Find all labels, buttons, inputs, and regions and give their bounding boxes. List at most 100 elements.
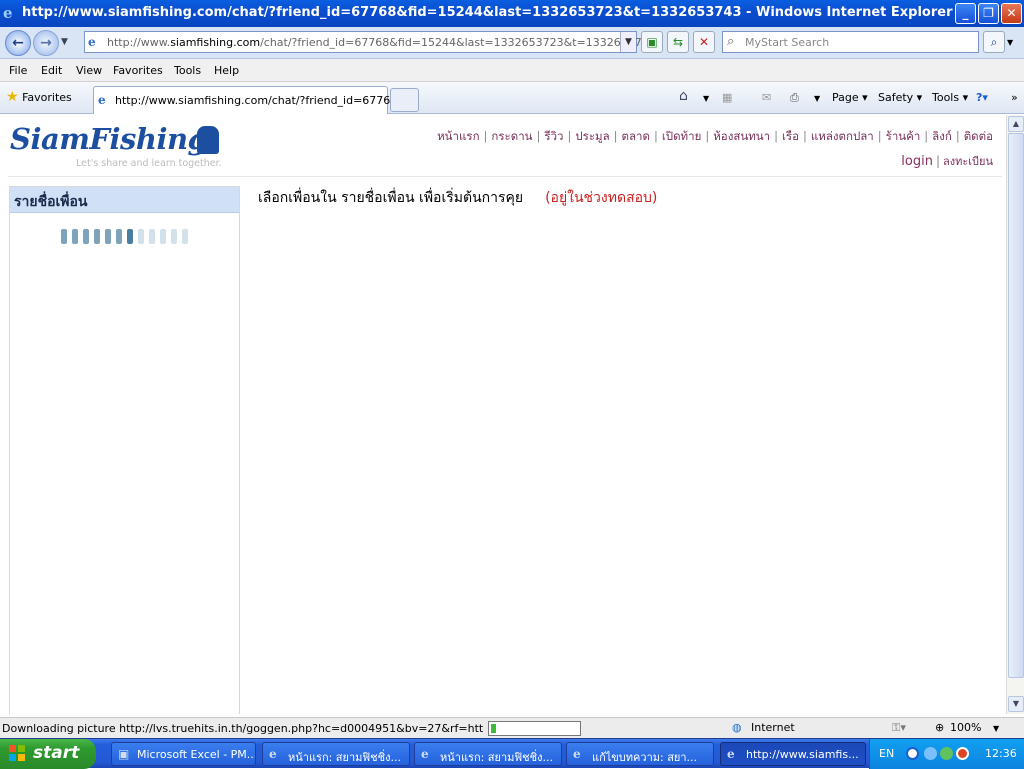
antivirus-icon[interactable]: [956, 747, 969, 760]
menu-tools[interactable]: Tools: [174, 64, 201, 77]
browser-tab[interactable]: e http://www.siamfishing.com/chat/?frien…: [93, 86, 416, 114]
ie-icon: e: [727, 747, 735, 761]
menu-help[interactable]: Help: [214, 64, 239, 77]
window-title: http://www.siamfishing.com/chat/?friend_…: [22, 5, 953, 20]
loading-segment: [94, 229, 100, 244]
site-logo[interactable]: SiamFishing Let's share and learn togeth…: [10, 122, 225, 172]
nav-review[interactable]: รีวิว: [544, 129, 563, 143]
internet-zone-icon: ◍: [732, 721, 742, 734]
taskbar-ie-2[interactable]: e หน้าแรก: สยามฟิชชิ่ง...: [414, 742, 562, 766]
protected-mode-icon[interactable]: ⚿▾: [892, 721, 906, 735]
nav-links[interactable]: ลิงก์: [932, 129, 952, 143]
page-icon: e: [88, 35, 96, 49]
site-tagline: Let's share and learn together.: [76, 158, 222, 169]
search-options-icon[interactable]: ▼: [1007, 38, 1013, 47]
search-input[interactable]: ⌕ MyStart Search: [722, 31, 979, 53]
scroll-thumb[interactable]: [1008, 133, 1024, 678]
history-dropdown-icon[interactable]: ▼: [61, 37, 68, 47]
loading-segment: [61, 229, 67, 244]
taskbar-ie-active[interactable]: e http://www.siamfis...: [720, 742, 866, 766]
nav-home[interactable]: หน้าแรก: [437, 129, 479, 143]
ie-icon: e: [421, 747, 429, 761]
instruction-text: เลือกเพื่อนใน รายชื่อเพื่อน เพื่อเริ่มต้…: [258, 190, 524, 206]
loading-segment: [83, 229, 89, 244]
nav-auction[interactable]: ประมูล: [575, 129, 609, 143]
chevron-right-icon[interactable]: »: [1011, 91, 1018, 104]
feeds-icon[interactable]: ▦: [722, 91, 732, 104]
tab-page-icon: e: [98, 93, 106, 107]
register-link[interactable]: ลงทะเบียน: [943, 155, 993, 168]
taskbar-ie-3[interactable]: e แก้ไขบทความ: สยา...: [566, 742, 714, 766]
address-bar[interactable]: e http://www.siamfishing.com/chat/?frien…: [84, 31, 656, 53]
safety-menu[interactable]: Safety ▾: [878, 91, 922, 104]
print-dropdown-icon[interactable]: ▼: [814, 94, 820, 103]
account-links: login | ลงทะเบียน: [901, 154, 993, 169]
search-icon[interactable]: ⌕: [983, 31, 1005, 53]
taskbar-excel[interactable]: ▣ Microsoft Excel - PM...: [111, 742, 256, 766]
security-zone[interactable]: Internet: [751, 721, 795, 734]
forward-button[interactable]: →: [33, 30, 59, 56]
friend-list-panel: รายชื่อเพื่อน: [9, 186, 240, 714]
nav-chatroom[interactable]: ห้องสนทนา: [713, 129, 770, 143]
tab-title: http://www.siamfishing.com/chat/?friend_…: [115, 94, 417, 107]
favorites-button[interactable]: ★ Favorites: [6, 89, 72, 105]
nav-spots[interactable]: แหล่งตกปลา: [811, 129, 874, 143]
tray-app-icon[interactable]: [940, 747, 953, 760]
menu-view[interactable]: View: [76, 64, 102, 77]
system-tray: EN 12:36: [869, 739, 1024, 769]
maximize-button[interactable]: ❐: [978, 3, 999, 24]
back-button[interactable]: ←: [5, 30, 31, 56]
taskbar-ie-1[interactable]: e หน้าแรก: สยามฟิชชิ่ง...: [262, 742, 410, 766]
scroll-up-icon[interactable]: ▲: [1008, 116, 1024, 132]
favorites-bar: ★ Favorites e http://www.siamfishing.com…: [0, 82, 1024, 114]
chat-instruction: เลือกเพื่อนใน รายชื่อเพื่อน เพื่อเริ่มต้…: [258, 187, 657, 209]
print-icon[interactable]: ⎙: [790, 91, 799, 105]
nav-contact[interactable]: ติดต่อ: [964, 129, 993, 143]
scroll-down-icon[interactable]: ▼: [1008, 696, 1024, 712]
menu-bar: File Edit View Favorites Tools Help: [0, 59, 1024, 82]
ie-icon: e: [573, 747, 581, 761]
home-dropdown-icon[interactable]: ▼: [703, 94, 709, 103]
tray-back-icon[interactable]: [906, 747, 919, 760]
loading-segment: [72, 229, 78, 244]
address-dropdown-icon[interactable]: ▼: [620, 32, 636, 52]
window-titlebar[interactable]: e http://www.siamfishing.com/chat/?frien…: [0, 0, 1024, 27]
mail-icon[interactable]: ✉: [762, 91, 771, 104]
loading-segment: [138, 229, 144, 244]
tools-menu[interactable]: Tools ▾: [932, 91, 968, 104]
compatibility-view-icon[interactable]: ▣: [641, 31, 663, 53]
nav-shops[interactable]: ร้านค้า: [886, 129, 921, 143]
ie-icon: e: [269, 747, 277, 761]
new-tab-button[interactable]: [390, 88, 419, 112]
start-button[interactable]: start: [0, 739, 96, 769]
nav-boat[interactable]: เรือ: [782, 129, 799, 143]
language-indicator[interactable]: EN: [879, 747, 894, 760]
friend-list-title: รายชื่อเพื่อน: [14, 194, 88, 210]
fisherman-logo-icon: [197, 126, 219, 154]
loading-segment: [182, 229, 188, 244]
stop-icon[interactable]: ✕: [693, 31, 715, 53]
help-icon[interactable]: ?▾: [976, 91, 988, 104]
forward-arrow-icon: →: [40, 35, 52, 51]
network-icon[interactable]: [924, 747, 937, 760]
zoom-dropdown-icon[interactable]: ▼: [993, 724, 999, 733]
minimize-button[interactable]: _: [955, 3, 976, 24]
address-url[interactable]: http://www.siamfishing.com/chat/?friend_…: [107, 36, 656, 49]
beta-label: (อยู่ในช่วงทดสอบ): [545, 190, 658, 206]
vertical-scrollbar[interactable]: ▲ ▼: [1006, 115, 1024, 714]
header-divider: [8, 176, 1002, 177]
page-menu[interactable]: Page ▾: [832, 91, 868, 104]
menu-edit[interactable]: Edit: [41, 64, 62, 77]
menu-file[interactable]: File: [9, 64, 27, 77]
address-toolbar: ← → ▼ e http://www.siamfishing.com/chat/…: [0, 27, 1024, 59]
nav-board[interactable]: กระดาน: [491, 129, 532, 143]
windows-flag-icon: [9, 745, 25, 761]
home-icon[interactable]: ⌂: [679, 88, 688, 104]
zoom-level[interactable]: 100%: [950, 721, 981, 734]
nav-trunk[interactable]: เปิดท้าย: [662, 129, 701, 143]
refresh-icon[interactable]: ⇆: [667, 31, 689, 53]
login-link[interactable]: login: [901, 154, 933, 169]
menu-favorites[interactable]: Favorites: [113, 64, 163, 77]
nav-market[interactable]: ตลาด: [622, 129, 650, 143]
close-button[interactable]: ✕: [1001, 3, 1022, 24]
